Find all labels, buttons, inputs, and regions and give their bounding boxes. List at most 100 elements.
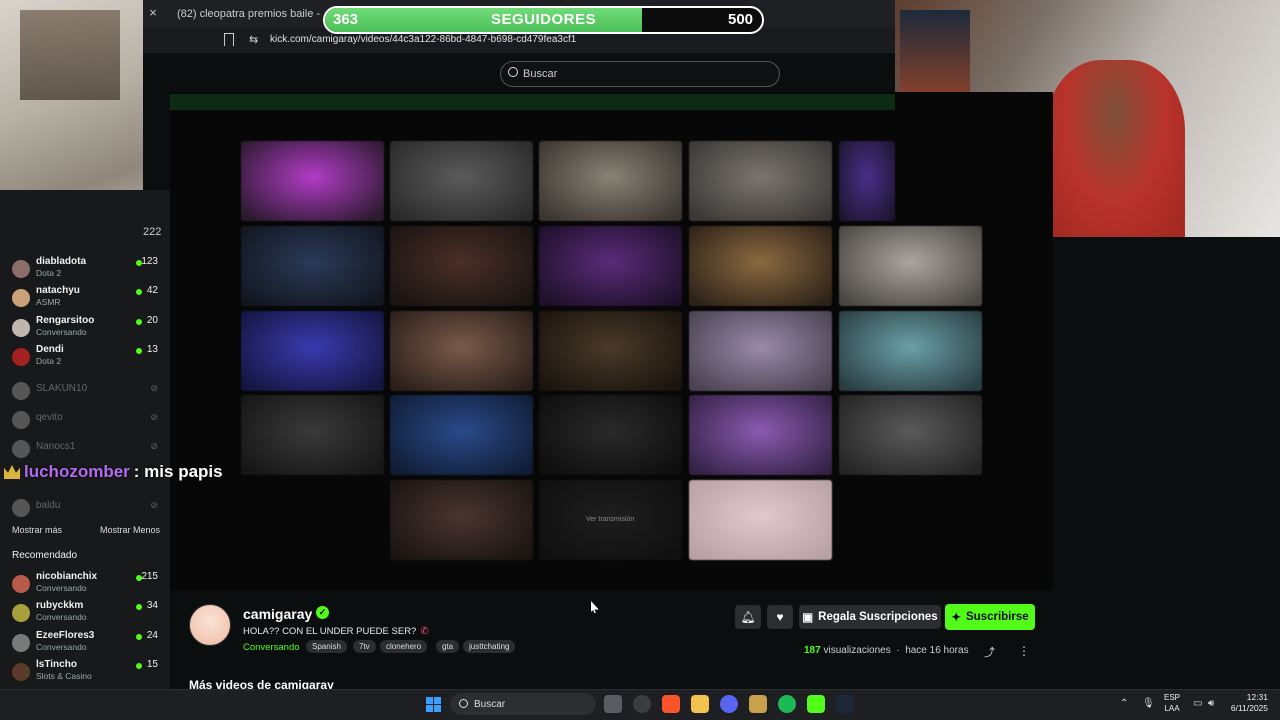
gift-subs-label: Regala Suscripciones bbox=[818, 611, 938, 623]
video-tile bbox=[241, 395, 384, 475]
channel-category: Conversando bbox=[36, 326, 87, 337]
bookmark-icon[interactable] bbox=[224, 33, 234, 46]
stream-tag[interactable]: clonehero bbox=[380, 640, 428, 653]
keyboard-language[interactable]: ESP LAA bbox=[1162, 692, 1182, 714]
steam-icon[interactable] bbox=[836, 695, 854, 713]
sparkle-icon: ✦ bbox=[951, 612, 961, 624]
live-indicator-icon bbox=[136, 289, 142, 296]
sidebar-recommended-channel[interactable]: nicobianchix Conversando 215 bbox=[0, 571, 170, 599]
sidebar-offline-channel[interactable]: baldu ⊘ bbox=[0, 495, 170, 523]
stream-category[interactable]: Conversando bbox=[243, 642, 300, 653]
video-tile bbox=[390, 226, 533, 306]
offline-icon: ⊘ bbox=[150, 412, 158, 422]
channel-avatar bbox=[12, 575, 30, 593]
tab-youtube[interactable]: (82) cleopatra premios baile - YouTube bbox=[172, 6, 322, 22]
channel-name: diabladota bbox=[36, 256, 87, 267]
sidebar-offline-channel[interactable]: qevito ⊘ bbox=[0, 407, 170, 435]
chat-username: luchozomber bbox=[24, 462, 130, 481]
tab-close-icon[interactable]: × bbox=[146, 6, 160, 20]
notifications-button[interactable]: 🔔︎ bbox=[735, 605, 761, 629]
channel-category: Dota 2 bbox=[36, 268, 62, 278]
video-tile bbox=[390, 141, 533, 221]
channel-avatar bbox=[12, 499, 30, 517]
brave-icon[interactable] bbox=[662, 695, 680, 713]
taskbar-search[interactable] bbox=[450, 693, 596, 715]
sidebar-followed-channel[interactable]: Dendi Dota 2 13 bbox=[0, 344, 170, 372]
video-tile bbox=[689, 226, 832, 306]
follower-goal: 500 bbox=[728, 11, 754, 28]
live-indicator-icon bbox=[136, 604, 142, 611]
sidebar-offline-channel[interactable]: SLAKUN10 ⊘ bbox=[0, 378, 170, 406]
stream-tag[interactable]: gta bbox=[436, 640, 460, 653]
sidebar-recommended-channel[interactable]: lsTincho Slots & Casino 15 bbox=[0, 659, 170, 687]
share-icon[interactable]: ⤴ bbox=[984, 644, 995, 660]
video-tile bbox=[539, 226, 682, 306]
mouse-cursor bbox=[590, 600, 599, 614]
spotify-icon[interactable] bbox=[778, 695, 796, 713]
network-icon[interactable]: ▭ bbox=[1193, 698, 1202, 709]
gift-subs-button[interactable]: ▣ Regala Suscripciones bbox=[799, 605, 941, 629]
microphone-icon[interactable]: 🎙︎ bbox=[1142, 698, 1155, 709]
follower-current: 363 bbox=[333, 11, 359, 28]
stream-tag[interactable]: 7tv bbox=[353, 640, 376, 653]
crown-icon bbox=[4, 465, 20, 479]
more-options-icon[interactable]: ⋮ bbox=[1018, 644, 1030, 658]
offline-icon: ⊘ bbox=[150, 500, 158, 510]
video-tile bbox=[689, 311, 832, 391]
taskbar-clock[interactable]: 12:31 6/11/2025 bbox=[1222, 692, 1268, 714]
offline-icon: ⊘ bbox=[150, 441, 158, 451]
sidebar-recommended-channel[interactable]: rubyckkm Conversando 34 bbox=[0, 600, 170, 628]
view-stats: 187 visualizaciones · hace 16 horas bbox=[804, 645, 969, 656]
sidebar-followed-channel[interactable]: natachyu ASMR 42 bbox=[0, 285, 170, 313]
streamer-name[interactable]: camigaray bbox=[243, 606, 312, 622]
windows-start-icon[interactable] bbox=[426, 697, 441, 712]
channel-viewers: 34 bbox=[146, 600, 158, 612]
video-tile bbox=[839, 226, 982, 306]
video-banner bbox=[170, 94, 895, 110]
app-icon[interactable] bbox=[749, 695, 767, 713]
stream-title-text: HOLA?? CON EL UNDER PUEDE SER? bbox=[243, 626, 417, 637]
video-tile bbox=[689, 395, 832, 475]
subscribe-button[interactable]: ✦ Suscribirse bbox=[945, 604, 1035, 630]
channel-viewers: 20 bbox=[146, 314, 158, 326]
stream-tag[interactable]: Spanish bbox=[306, 640, 347, 653]
channel-avatar bbox=[12, 411, 30, 429]
sidebar-followed-channel[interactable]: diabladota Dota 2 123 bbox=[0, 256, 170, 284]
url-text[interactable]: kick.com/camigaray/videos/44c3a122-86bd-… bbox=[270, 34, 576, 45]
channel-name: rubyckkm bbox=[36, 600, 84, 612]
obs-icon[interactable] bbox=[633, 695, 651, 713]
channel-avatar bbox=[12, 440, 30, 458]
video-tile bbox=[390, 311, 533, 391]
video-tile bbox=[689, 141, 832, 221]
site-info-icon[interactable]: ⇆ bbox=[249, 33, 258, 46]
chat-text: : mis papis bbox=[133, 462, 223, 481]
volume-icon[interactable]: 🔊︎ bbox=[1208, 698, 1214, 709]
video-tile bbox=[839, 395, 982, 475]
video-tile bbox=[839, 141, 895, 221]
channel-category: Conversando bbox=[36, 583, 87, 593]
lang-code: ESP bbox=[1163, 693, 1180, 702]
show-less-button[interactable]: Mostrar Menos bbox=[100, 525, 160, 535]
tray-chevron-icon[interactable]: ⌃ bbox=[1120, 698, 1128, 709]
channel-avatar bbox=[12, 382, 30, 400]
channel-viewers: 123 bbox=[141, 256, 158, 267]
file-explorer-icon[interactable] bbox=[691, 695, 709, 713]
video-tile bbox=[539, 311, 682, 391]
sidebar-recommended-channel[interactable]: EzeeFlores3 Conversando 24 bbox=[0, 630, 170, 658]
video-tile bbox=[689, 480, 832, 560]
time-ago: hace 16 horas bbox=[905, 645, 969, 656]
show-more-button[interactable]: Mostrar más bbox=[12, 525, 62, 535]
verified-icon: ✓ bbox=[316, 606, 329, 619]
subscribe-label: Suscribirse bbox=[965, 611, 1029, 623]
channel-category: ASMR bbox=[36, 297, 61, 308]
sidebar-followed-channel[interactable]: Rengarsitoo Conversando 20 bbox=[0, 315, 170, 343]
task-view-icon[interactable] bbox=[604, 695, 622, 713]
search-icon bbox=[508, 67, 518, 77]
stream-tag[interactable]: justtchating bbox=[463, 640, 516, 653]
kick-icon[interactable] bbox=[807, 695, 825, 713]
streamer-avatar[interactable] bbox=[189, 604, 231, 646]
follow-button[interactable]: ♥ bbox=[767, 605, 793, 629]
channel-category: Dota 2 bbox=[36, 355, 62, 366]
video-tile bbox=[839, 311, 982, 391]
discord-icon[interactable] bbox=[720, 695, 738, 713]
